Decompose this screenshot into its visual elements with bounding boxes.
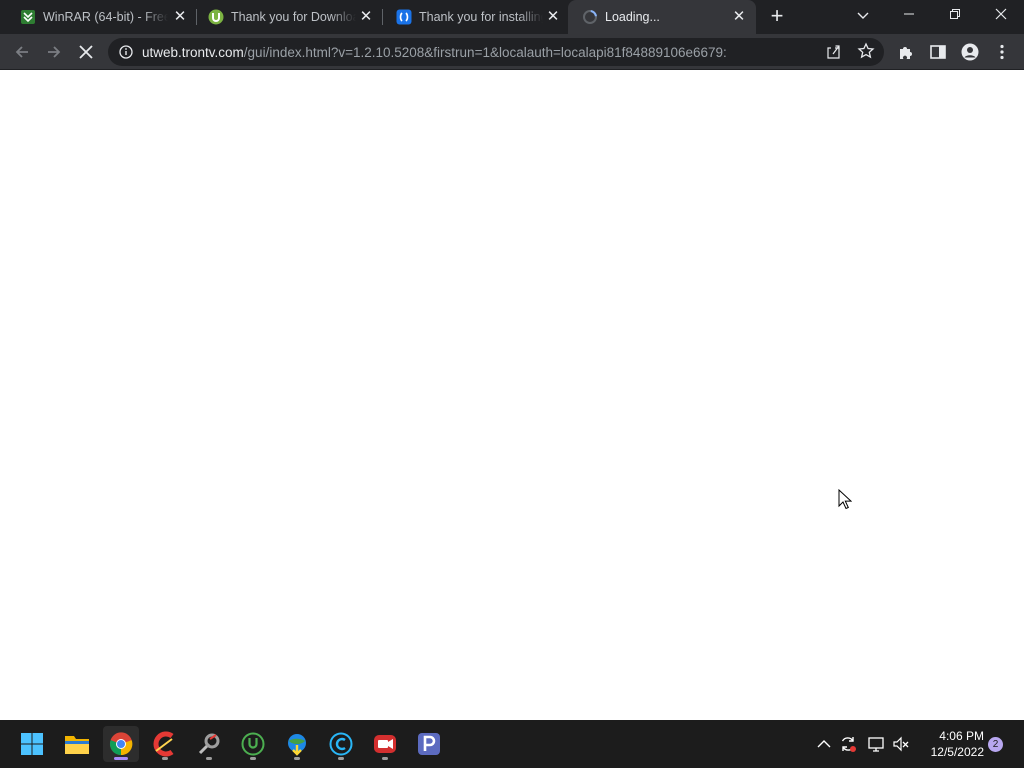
taskbar-ccleaner[interactable] — [147, 726, 183, 762]
close-icon — [995, 8, 1007, 20]
clock-time: 4:06 PM — [939, 729, 984, 743]
tool-icon — [198, 733, 220, 755]
more-menu-icon[interactable] — [993, 43, 1011, 61]
running-indicator — [162, 757, 168, 760]
taskbar-p-app[interactable] — [411, 726, 447, 762]
running-indicator — [294, 757, 300, 760]
share-icon[interactable] — [826, 44, 842, 60]
close-tab-icon[interactable]: ✕ — [545, 9, 561, 25]
show-hidden-icons-chevron-up-icon[interactable] — [815, 735, 833, 753]
running-indicator — [338, 757, 344, 760]
close-tab-icon[interactable]: ✕ — [172, 9, 188, 25]
ccleaner-icon — [153, 731, 174, 757]
file-explorer-icon — [65, 736, 89, 754]
tab-thank-you-installing[interactable]: Thank you for installing ✕ — [382, 0, 568, 34]
tab-winrar[interactable]: WinRAR (64-bit) - Free ✕ — [6, 0, 194, 34]
sync-icon[interactable] — [839, 735, 857, 753]
close-window-button[interactable] — [988, 4, 1014, 28]
extensions-puzzle-icon[interactable] — [897, 43, 915, 61]
close-tab-icon[interactable]: ✕ — [731, 9, 747, 25]
utorrent-icon — [241, 732, 265, 756]
profile-avatar-icon[interactable] — [961, 43, 979, 61]
bookmark-star-icon[interactable] — [857, 42, 875, 60]
close-icon — [79, 45, 93, 59]
start-icon — [21, 733, 43, 755]
taskbar-chrome[interactable] — [103, 726, 139, 762]
network-display-icon[interactable] — [867, 735, 885, 753]
loading-spinner-icon — [583, 10, 597, 24]
restore-button[interactable] — [942, 4, 968, 28]
page-viewport[interactable] — [0, 71, 1024, 720]
winrar-icon — [21, 10, 35, 24]
running-indicator — [382, 757, 388, 760]
taskbar-tool-app[interactable] — [191, 726, 227, 762]
restore-icon — [950, 9, 960, 19]
tab-title: Thank you for Downloa — [231, 10, 356, 24]
arrow-right-icon — [48, 46, 61, 58]
taskbar-file-explorer[interactable] — [59, 726, 95, 762]
address-bar[interactable]: utweb.trontv.com/gui/index.html?v=1.2.10… — [108, 38, 884, 66]
tab-title: Loading... — [605, 10, 660, 24]
internet-download-manager-icon — [288, 734, 306, 756]
new-tab-button[interactable]: + — [766, 5, 788, 28]
running-indicator — [114, 757, 128, 760]
info-icon[interactable] — [119, 45, 133, 59]
forward-button[interactable] — [42, 40, 66, 64]
side-panel-icon[interactable] — [929, 43, 947, 61]
windows-taskbar: 4:06 PM 12/5/2022 — [0, 720, 1024, 768]
taskbar-utorrent[interactable] — [235, 726, 271, 762]
close-tab-icon[interactable]: ✕ — [358, 9, 374, 25]
url-path: /gui/index.html?v=1.2.10.5208&firstrun=1… — [243, 45, 727, 60]
p-app-icon — [418, 733, 440, 755]
screen-recorder-icon — [374, 735, 396, 753]
chevron-down-icon — [857, 12, 869, 19]
taskbar-download-manager[interactable] — [279, 726, 315, 762]
tab-strip: WinRAR (64-bit) - Free ✕ Thank you for D… — [0, 0, 1024, 34]
minimize-button[interactable] — [896, 4, 922, 28]
running-indicator — [206, 757, 212, 760]
url-host: utweb.trontv.com — [142, 45, 244, 60]
utorrent-web-icon — [396, 9, 412, 25]
arrow-left-icon — [15, 46, 28, 58]
system-clock[interactable]: 4:06 PM 12/5/2022 — [918, 728, 984, 760]
volume-muted-icon[interactable] — [892, 735, 910, 753]
minimize-icon — [904, 13, 914, 15]
tab-loading[interactable]: Loading... ✕ — [568, 0, 756, 34]
browser-toolbar: utweb.trontv.com/gui/index.html?v=1.2.10… — [0, 34, 1024, 70]
utorrent-icon — [208, 9, 224, 25]
chrome-icon — [109, 732, 133, 756]
tab-title: WinRAR (64-bit) - Free — [43, 10, 168, 24]
url-text[interactable]: utweb.trontv.com/gui/index.html?v=1.2.10… — [142, 45, 727, 60]
taskbar-screen-recorder[interactable] — [367, 726, 403, 762]
ccleaner-browser-icon — [329, 732, 353, 756]
tab-search-button[interactable] — [850, 4, 876, 28]
back-button[interactable] — [10, 40, 34, 64]
mouse-cursor-icon — [838, 489, 852, 510]
tab-thank-you-downloading[interactable]: Thank you for Downloa ✕ — [194, 0, 382, 34]
notification-badge[interactable]: 2 — [988, 737, 1003, 752]
start-button[interactable] — [14, 726, 50, 762]
tab-title: Thank you for installing — [419, 10, 543, 24]
clock-date: 12/5/2022 — [930, 745, 984, 759]
stop-loading-button[interactable] — [74, 40, 98, 64]
taskbar-ccleaner-browser[interactable] — [323, 726, 359, 762]
running-indicator — [250, 757, 256, 760]
